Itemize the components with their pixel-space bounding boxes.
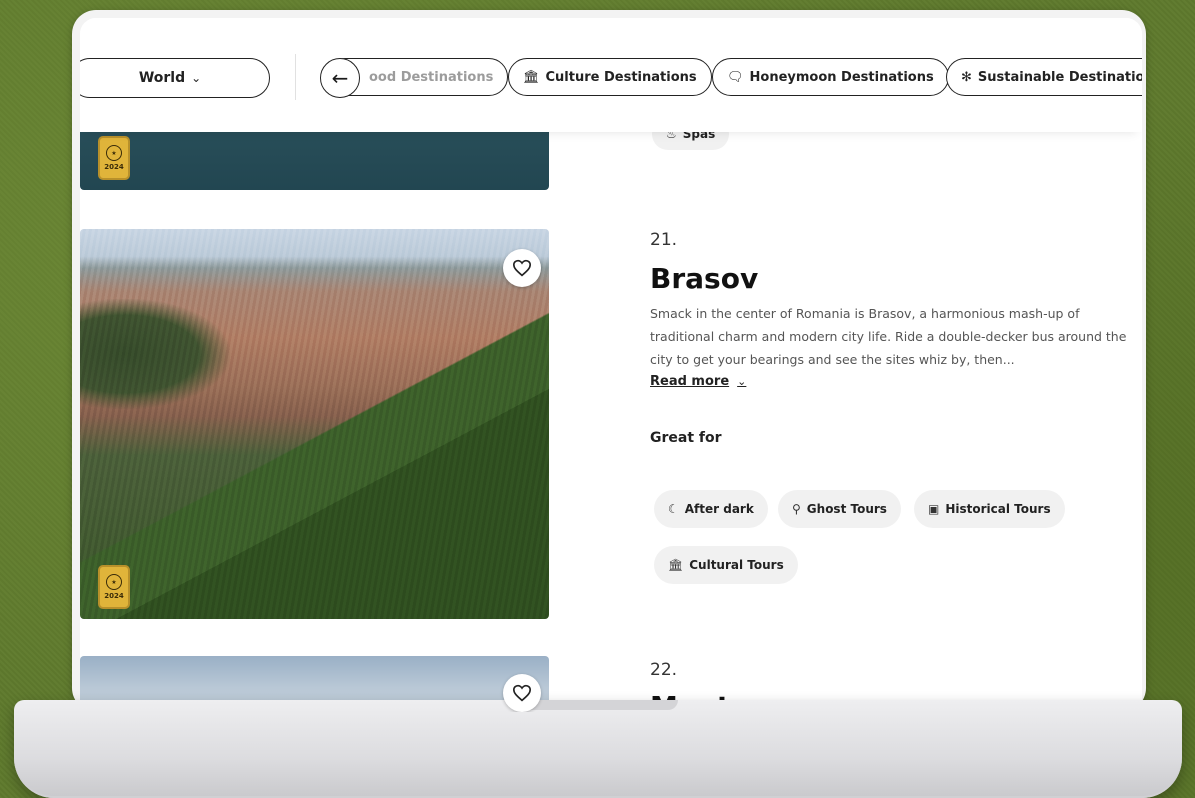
award-badge: ★ 2024 [98, 565, 130, 609]
medal-icon: ★ [106, 574, 122, 590]
tag-label: Historical Tours [945, 502, 1051, 516]
pill-culture-destinations[interactable]: 🏛 Culture Destinations [508, 58, 712, 96]
destination-rank: 21. [650, 230, 678, 250]
arrow-left-icon: ← [331, 66, 349, 90]
museum-icon: 🏛 [523, 69, 540, 85]
great-for-heading: Great for [650, 430, 722, 446]
save-favorite-button[interactable] [503, 674, 541, 712]
pill-label: Culture Destinations [545, 69, 697, 85]
badge-year: 2024 [104, 163, 124, 171]
chat-heart-icon: 🗨 [727, 69, 744, 85]
destination-photo-brasov[interactable]: ★ 2024 [80, 229, 549, 619]
camera-icon: ▣ [928, 502, 940, 516]
pill-honeymoon-destinations[interactable]: 🗨 Honeymoon Destinations [712, 58, 949, 96]
pill-label: Honeymoon Destinations [749, 69, 934, 85]
destination-rank: 22. [650, 660, 678, 680]
chevron-down-icon: ⌄ [191, 71, 202, 85]
leaf-icon: ✻ [961, 69, 972, 85]
tag-cultural-tours[interactable]: 🏛 Cultural Tours [654, 546, 798, 584]
heart-icon [512, 684, 532, 702]
save-favorite-button[interactable] [503, 249, 541, 287]
badge-year: 2024 [104, 592, 124, 600]
heart-icon [512, 259, 532, 277]
browser-viewport: World ⌄ ← ood Destinations 🏛 Culture Des… [80, 18, 1142, 712]
region-select-label: World [138, 70, 186, 86]
read-more-link[interactable]: Read more ⌄ [650, 374, 746, 389]
region-select[interactable]: World ⌄ [80, 58, 270, 98]
laptop-notch [518, 700, 678, 710]
map-pin-icon: ⚲ [792, 502, 801, 516]
scroll-left-button[interactable]: ← [320, 58, 360, 98]
tag-ghost-tours[interactable]: ⚲ Ghost Tours [778, 490, 901, 528]
laptop-base [14, 700, 1182, 798]
chevron-down-icon: ⌄ [737, 375, 747, 388]
moon-sparkle-icon: ☾ [668, 502, 679, 516]
laptop-screen: World ⌄ ← ood Destinations 🏛 Culture Des… [72, 10, 1146, 712]
museum-icon: 🏛 [668, 558, 684, 572]
medal-icon: ★ [106, 145, 122, 161]
tag-after-dark[interactable]: ☾ After dark [654, 490, 768, 528]
tag-label: After dark [684, 502, 754, 516]
tag-historical-tours[interactable]: ▣ Historical Tours [914, 490, 1065, 528]
read-more-label: Read more [650, 374, 730, 389]
pill-label: ood Destinations [369, 69, 494, 85]
filter-bar: World ⌄ ← ood Destinations 🏛 Culture Des… [80, 18, 1142, 132]
tag-label: Ghost Tours [806, 502, 887, 516]
award-badge: ★ 2024 [98, 136, 130, 180]
destination-name: Brasov [650, 262, 759, 295]
tag-label: Cultural Tours [689, 558, 784, 572]
pill-sustainable-destinations[interactable]: ✻ Sustainable Destinatio [946, 58, 1142, 96]
destination-description: Smack in the center of Romania is Brasov… [650, 306, 1127, 367]
divider [295, 54, 296, 100]
category-pill-list: ood Destinations 🏛 Culture Destinations … [318, 56, 1142, 100]
pill-label: Sustainable Destinatio [977, 69, 1142, 85]
